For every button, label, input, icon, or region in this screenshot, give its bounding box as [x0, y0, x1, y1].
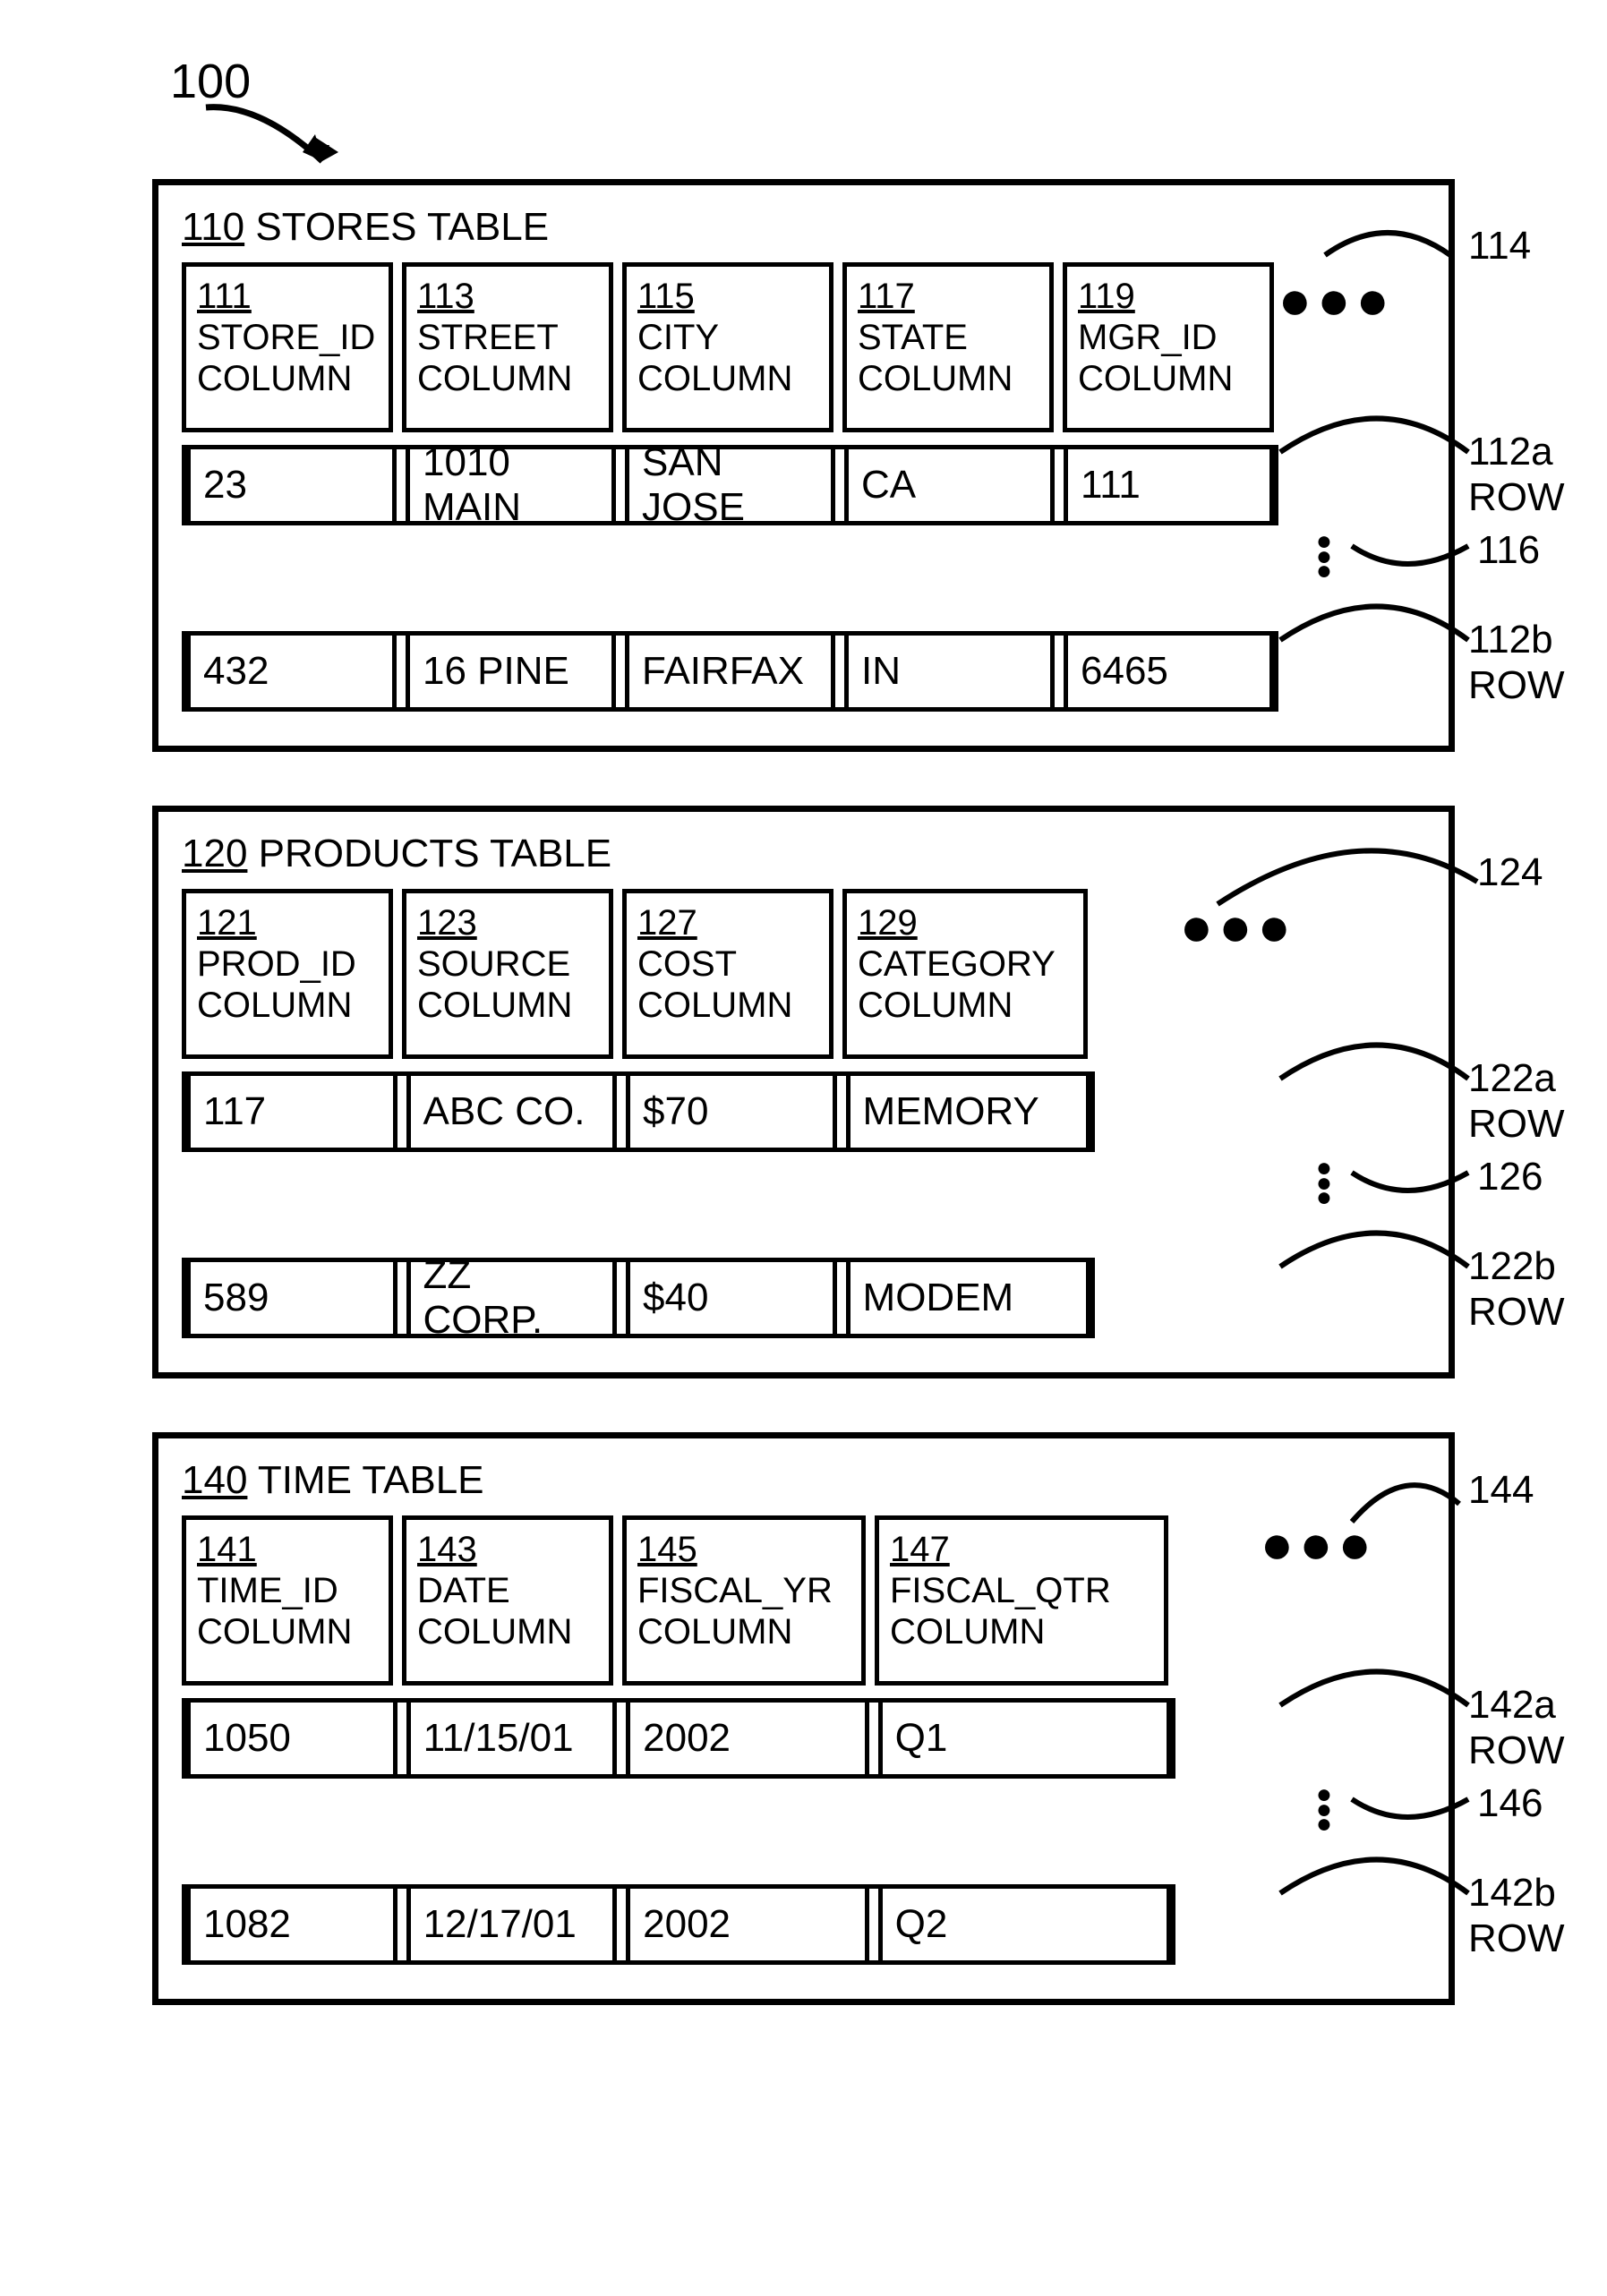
- stores-col-street: 113 STREET COLUMN: [402, 262, 613, 432]
- table-cell: 589: [186, 1262, 397, 1334]
- table-cell: MODEM: [846, 1262, 1090, 1334]
- time-table-block: 140 TIME TABLE 141 TIME_ID COLUMN 143 DA…: [152, 1432, 1455, 2005]
- table-cell: 6465: [1064, 636, 1274, 707]
- stores-title: 110 STORES TABLE: [182, 205, 1425, 250]
- time-col-date: 143 DATE COLUMN: [402, 1515, 613, 1686]
- table-cell: 117: [186, 1076, 397, 1148]
- products-rows-ellipsis-ref: 126: [1477, 1155, 1543, 1200]
- table-cell: MEMORY: [846, 1076, 1090, 1148]
- time-col-fiscal-qtr: 147 FISCAL_QTR COLUMN: [875, 1515, 1168, 1686]
- time-row-a-ref: 142a ROW: [1468, 1683, 1565, 1773]
- stores-gap-row: [182, 538, 1425, 619]
- products-col-cost: 127 COST COLUMN: [622, 889, 833, 1059]
- callout-curve: [1209, 828, 1513, 935]
- ellipsis-icon: ●●●: [1316, 1788, 1332, 1832]
- time-row-b-ref: 142b ROW: [1468, 1871, 1565, 1961]
- stores-header-row: 111 STORE_ID COLUMN 113 STREET COLUMN 11…: [182, 262, 1425, 432]
- time-col-time-id: 141 TIME_ID COLUMN: [182, 1515, 393, 1686]
- table-cell: 11/15/01: [406, 1703, 618, 1774]
- table-cell: $40: [626, 1262, 837, 1334]
- diagram-canvas: 100 110 STORES TABLE 111 STORE_ID COLUMN…: [0, 0, 1607, 2296]
- time-rows-ellipsis-ref: 146: [1477, 1781, 1543, 1827]
- products-row-b-ref: 122b ROW: [1468, 1244, 1565, 1335]
- stores-col-state: 117 STATE COLUMN: [842, 262, 1054, 432]
- ellipsis-icon: ●●●: [1316, 534, 1332, 579]
- table-cell: SAN JOSE: [625, 449, 835, 521]
- time-cols-ellipsis-ref: 144: [1468, 1468, 1534, 1514]
- table-cell: 2002: [626, 1889, 868, 1960]
- stores-row-b-ref: 112b ROW: [1468, 618, 1565, 708]
- time-title: 140 TIME TABLE: [182, 1458, 1425, 1503]
- stores-row-a: 23 1010 MAIN SAN JOSE CA 111: [182, 445, 1278, 525]
- products-row-a: 117 ABC CO. $70 MEMORY: [182, 1071, 1095, 1152]
- table-cell: 432: [186, 636, 397, 707]
- stores-row-b: 432 16 PINE FAIRFAX IN 6465: [182, 631, 1278, 712]
- time-row-b: 1082 12/17/01 2002 Q2: [182, 1884, 1175, 1965]
- stores-rows-ellipsis-ref: 116: [1477, 528, 1540, 574]
- stores-col-store-id: 111 STORE_ID COLUMN: [182, 262, 393, 432]
- table-cell: ABC CO.: [406, 1076, 618, 1148]
- table-cell: Q1: [878, 1703, 1171, 1774]
- table-cell: ZZ CORP.: [406, 1262, 618, 1334]
- table-cell: 1050: [186, 1703, 397, 1774]
- time-col-fiscal-yr: 145 FISCAL_YR COLUMN: [622, 1515, 866, 1686]
- table-cell: 111: [1064, 449, 1274, 521]
- table-cell: $70: [626, 1076, 837, 1148]
- products-col-prod-id: 121 PROD_ID COLUMN: [182, 889, 393, 1059]
- products-gap-row: [182, 1165, 1425, 1245]
- stores-col-city: 115 CITY COLUMN: [622, 262, 833, 432]
- table-cell: IN: [844, 636, 1055, 707]
- products-row-b: 589 ZZ CORP. $40 MODEM: [182, 1258, 1095, 1338]
- table-cell: 23: [186, 449, 397, 521]
- table-cell: 1010 MAIN: [406, 449, 616, 521]
- products-col-source: 123 SOURCE COLUMN: [402, 889, 613, 1059]
- stores-table-block: 110 STORES TABLE 111 STORE_ID COLUMN 113…: [152, 179, 1455, 752]
- ellipsis-icon: ●●●: [1316, 1161, 1332, 1206]
- time-row-a: 1050 11/15/01 2002 Q1: [182, 1698, 1175, 1779]
- products-cols-ellipsis-ref: 124: [1477, 850, 1543, 896]
- products-row-a-ref: 122a ROW: [1468, 1056, 1565, 1147]
- time-header-row: 141 TIME_ID COLUMN 143 DATE COLUMN 145 F…: [182, 1515, 1425, 1686]
- table-cell: 16 PINE: [406, 636, 616, 707]
- table-cell: 12/17/01: [406, 1889, 618, 1960]
- time-gap-row: [182, 1791, 1425, 1872]
- table-cell: 1082: [186, 1889, 397, 1960]
- table-cell: CA: [844, 449, 1055, 521]
- stores-row-a-ref: 112a ROW: [1468, 430, 1565, 520]
- stores-col-mgr-id: 119 MGR_ID COLUMN: [1063, 262, 1274, 432]
- products-col-category: 129 CATEGORY COLUMN: [842, 889, 1088, 1059]
- table-cell: Q2: [878, 1889, 1171, 1960]
- table-cell: FAIRFAX: [625, 636, 835, 707]
- stores-cols-ellipsis-ref: 114: [1468, 224, 1531, 269]
- table-cell: 2002: [626, 1703, 868, 1774]
